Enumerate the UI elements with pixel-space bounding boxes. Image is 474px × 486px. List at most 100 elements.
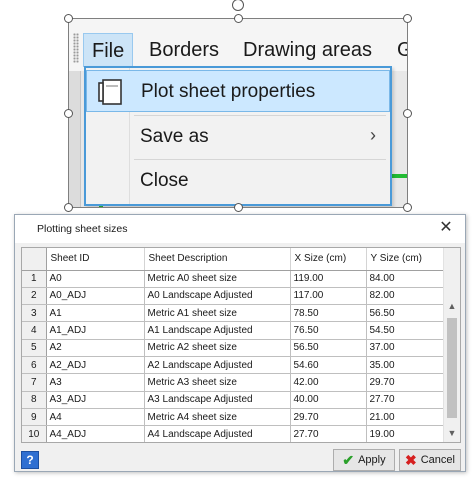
menu-screenshot: File Borders Drawing areas G Plot sheet … [68,18,408,208]
menu-item-label: Close [140,170,189,191]
cell-y-size[interactable]: 82.00 [366,287,445,306]
cell-sheet-description[interactable]: Metric A0 sheet size [144,270,291,288]
menu-item-close[interactable]: Close [86,160,390,202]
column-header-corner [22,248,47,271]
cell-sheet-description[interactable]: Metric A3 sheet size [144,373,291,392]
rotate-handle[interactable] [232,0,244,11]
menu-item-label: Plot sheet properties [141,81,316,102]
cell-sheet-id[interactable]: A0_ADJ [46,287,145,306]
row-header[interactable]: 6 [22,356,47,375]
cell-sheet-id[interactable]: A4_ADJ [46,425,145,442]
cell-y-size[interactable]: 84.00 [366,270,445,288]
scroll-up-icon[interactable]: ▲ [444,298,460,315]
cell-y-size[interactable]: 35.00 [366,356,445,375]
menu-item-save-as[interactable]: Save as › [86,116,390,158]
dialog-title: Plotting sheet sizes [37,223,128,235]
cell-sheet-id[interactable]: A2 [46,339,145,357]
left-ruler [69,71,81,207]
cancel-x-icon: ✖ [405,451,417,468]
cell-sheet-description[interactable]: Metric A1 sheet size [144,304,291,323]
cell-x-size[interactable]: 27.70 [290,425,367,442]
row-header[interactable]: 4 [22,321,47,340]
table-row[interactable]: 2 A0_ADJ A0 Landscape Adjusted 117.00 82.00 [22,287,445,306]
table-row[interactable]: 6 A2_ADJ A2 Landscape Adjusted 54.60 35.00 [22,356,445,375]
menu-bar: File Borders Drawing areas G [69,19,407,71]
row-header[interactable]: 1 [22,270,47,288]
menu-truncated-item[interactable]: G [389,33,407,67]
cell-x-size[interactable]: 54.60 [290,356,367,375]
cell-sheet-id[interactable]: A4 [46,408,145,427]
table-row[interactable]: 5 A2 Metric A2 sheet size 56.50 37.00 [22,339,445,357]
table-row[interactable]: 1 A0 Metric A0 sheet size 119.00 84.00 [22,270,445,288]
cell-x-size[interactable]: 76.50 [290,321,367,340]
vertical-scrollbar[interactable]: ▲ ▼ [443,248,460,442]
cell-y-size[interactable]: 29.70 [366,373,445,392]
row-header[interactable]: 3 [22,304,47,323]
menu-borders[interactable]: Borders [141,33,227,67]
row-header[interactable]: 8 [22,391,47,409]
cell-y-size[interactable]: 37.00 [366,339,445,357]
help-button[interactable]: ? [21,451,39,469]
apply-button[interactable]: ✔ Apply [333,449,395,471]
cell-sheet-id[interactable]: A1 [46,304,145,323]
cell-y-size[interactable]: 54.50 [366,321,445,340]
cell-y-size[interactable]: 21.00 [366,408,445,427]
scroll-down-icon[interactable]: ▼ [444,425,460,442]
plotting-sheet-sizes-dialog: Plotting sheet sizes ✕ Sheet ID Sheet De… [14,214,466,472]
cell-x-size[interactable]: 42.00 [290,373,367,392]
row-header[interactable]: 9 [22,408,47,427]
cell-sheet-id[interactable]: A1_ADJ [46,321,145,340]
cancel-button[interactable]: ✖ Cancel [399,449,461,471]
cell-sheet-description[interactable]: A3 Landscape Adjusted [144,391,291,409]
cell-sheet-description[interactable]: Metric A2 sheet size [144,339,291,357]
column-header-y-size[interactable]: Y Size (cm) [366,248,445,271]
row-header[interactable]: 10 [22,425,47,442]
menu-drawing-areas[interactable]: Drawing areas [235,33,380,67]
table-row[interactable]: 10 A4_ADJ A4 Landscape Adjusted 27.70 19.00 [22,425,445,442]
cell-sheet-description[interactable]: A2 Landscape Adjusted [144,356,291,375]
cell-x-size[interactable]: 119.00 [290,270,367,288]
column-header-sheet-description[interactable]: Sheet Description [144,248,291,271]
row-header[interactable]: 7 [22,373,47,392]
cell-sheet-id[interactable]: A0 [46,270,145,288]
page-properties-icon [98,79,122,105]
cell-sheet-id[interactable]: A2_ADJ [46,356,145,375]
table-row[interactable]: 7 A3 Metric A3 sheet size 42.00 29.70 [22,373,445,392]
cell-sheet-description[interactable]: Metric A4 sheet size [144,408,291,427]
menu-file[interactable]: File [83,33,134,67]
cell-sheet-description[interactable]: A0 Landscape Adjusted [144,287,291,306]
cell-x-size[interactable]: 117.00 [290,287,367,306]
menu-item-label: Save as [140,126,209,147]
dialog-titlebar: Plotting sheet sizes ✕ [15,215,465,243]
row-header[interactable]: 5 [22,339,47,357]
cell-sheet-description[interactable]: A1 Landscape Adjusted [144,321,291,340]
table-row[interactable]: 9 A4 Metric A4 sheet size 29.70 21.00 [22,408,445,427]
column-header-sheet-id[interactable]: Sheet ID [46,248,145,271]
check-icon: ✔ [342,451,355,468]
table-row[interactable]: 3 A1 Metric A1 sheet size 78.50 56.50 [22,304,445,323]
row-header[interactable]: 2 [22,287,47,306]
scroll-thumb[interactable] [447,318,457,418]
table-header-row: Sheet ID Sheet Description X Size (cm) Y… [22,248,445,271]
cell-sheet-id[interactable]: A3_ADJ [46,391,145,409]
cell-y-size[interactable]: 19.00 [366,425,445,442]
cell-x-size[interactable]: 78.50 [290,304,367,323]
menubar-grip-icon [73,33,79,63]
column-header-x-size[interactable]: X Size (cm) [290,248,367,271]
menu-item-plot-sheet-properties[interactable]: Plot sheet properties [86,70,390,112]
table-row[interactable]: 8 A3_ADJ A3 Landscape Adjusted 40.00 27.70 [22,391,445,409]
close-icon[interactable]: ✕ [437,219,455,237]
table-row[interactable]: 4 A1_ADJ A1 Landscape Adjusted 76.50 54.50 [22,321,445,340]
sheet-sizes-grid: Sheet ID Sheet Description X Size (cm) Y… [21,247,461,443]
sheet-sizes-table: Sheet ID Sheet Description X Size (cm) Y… [22,248,445,442]
cancel-button-label: Cancel [420,454,455,466]
cell-y-size[interactable]: 56.50 [366,304,445,323]
cell-x-size[interactable]: 56.50 [290,339,367,357]
cell-x-size[interactable]: 29.70 [290,408,367,427]
file-dropdown-menu: Plot sheet properties Save as › Close [84,66,392,206]
cell-sheet-description[interactable]: A4 Landscape Adjusted [144,425,291,442]
cell-sheet-id[interactable]: A3 [46,373,145,392]
chevron-right-icon: › [370,125,376,145]
cell-x-size[interactable]: 40.00 [290,391,367,409]
cell-y-size[interactable]: 27.70 [366,391,445,409]
